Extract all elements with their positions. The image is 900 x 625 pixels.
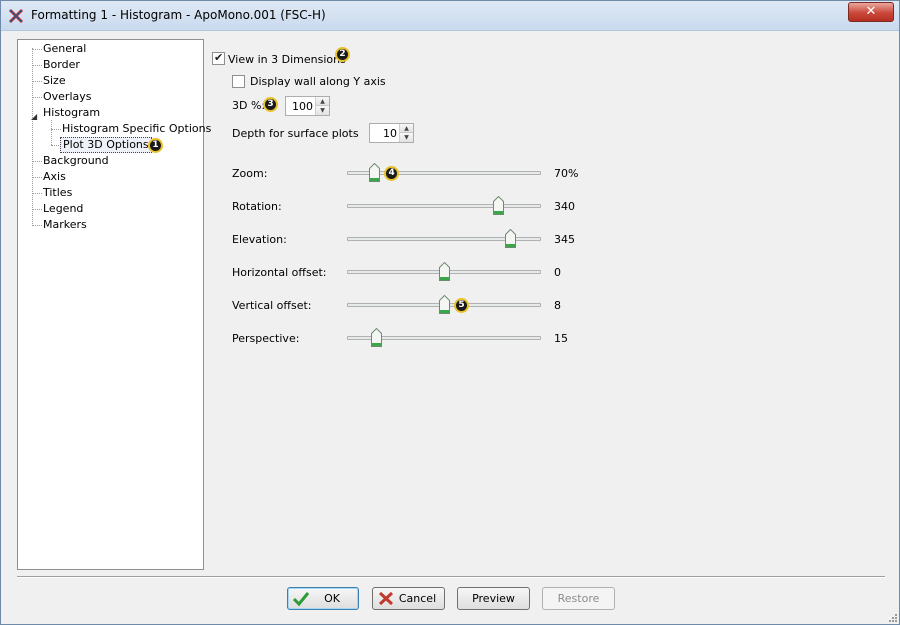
ok-button[interactable]: OK [287,587,359,610]
tree-item-histogram-specific-options[interactable]: Histogram Specific Options [62,122,211,136]
depth-surface-value: 10 [383,127,397,140]
callout-marker-3: 3 [263,97,278,112]
bottom-separator [17,576,885,578]
tree-item-axis[interactable]: Axis [43,170,66,184]
slider-value: 340 [554,200,575,213]
dialog-window: Formatting 1 - Histogram - ApoMono.001 (… [0,0,900,625]
callout-marker-5: 5 [454,298,469,313]
title-bar[interactable]: Formatting 1 - Histogram - ApoMono.001 (… [1,1,899,31]
slider-value: 70% [554,167,579,180]
spin-up-arrow-icon[interactable]: ▲ [316,97,329,106]
slider-value: 15 [554,332,568,345]
display-wall-y-checkbox[interactable] [232,75,245,88]
spin-down-arrow-icon[interactable]: ▼ [316,106,329,115]
slider-thumb[interactable] [369,163,381,182]
slider-value: 345 [554,233,575,246]
tree-item-legend[interactable]: Legend [43,202,83,216]
depth-surface-label: Depth for surface plots [232,127,359,140]
preview-button[interactable]: Preview [457,587,530,610]
close-button[interactable]: ✕ [848,2,894,22]
tree-item-histogram[interactable]: Histogram [43,106,100,120]
depth-surface-spinner[interactable]: 10 ▲ ▼ [369,123,414,143]
slider-thumb[interactable] [504,229,516,248]
slider-thumb[interactable] [439,262,450,281]
pct-3d-value: 100 [292,100,313,113]
slider-label: Horizontal offset: [232,266,327,279]
view-3d-checkbox[interactable]: ✔ [212,51,225,65]
window-title: Formatting 1 - Histogram - ApoMono.001 (… [31,8,326,22]
app-x-icon [8,8,24,24]
callout-marker-1: 1 [148,138,163,153]
slider-value: 8 [554,299,561,312]
restore-button: Restore [542,587,615,610]
ok-label: OK [324,592,340,605]
red-x-icon [378,591,394,606]
tree-item-background[interactable]: Background [43,154,109,168]
slider-thumb[interactable] [493,196,505,215]
tree-item-size[interactable]: Size [43,74,66,88]
slider-label: Elevation: [232,233,287,246]
tree-item-general[interactable]: General [43,42,86,56]
tree-item-overlays[interactable]: Overlays [43,90,92,104]
cancel-button[interactable]: Cancel [372,587,445,610]
callout-marker-4: 4 [384,166,400,181]
slider-track[interactable] [347,204,541,208]
tree-item-markers[interactable]: Markers [43,218,87,232]
slider-label: Rotation: [232,200,282,213]
tree-item-border[interactable]: Border [43,58,80,72]
slider-label: Vertical offset: [232,299,312,312]
tree-item-titles[interactable]: Titles [43,186,72,200]
green-check-icon [292,592,310,607]
slider-label: Perspective: [232,332,300,345]
cancel-label: Cancel [398,592,437,605]
options-tree[interactable]: General Border Size Overlays ◢ Histogram… [17,39,211,570]
pct-3d-spinner[interactable]: 100 ▲ ▼ [285,96,330,116]
display-wall-y-label: Display wall along Y axis [250,75,386,88]
spin-down-arrow-icon[interactable]: ▼ [400,133,413,142]
callout-marker-2: 2 [335,47,350,62]
slider-value: 0 [554,266,561,279]
slider-label: Zoom: [232,167,268,180]
resize-grip-icon[interactable] [887,612,897,622]
slider-thumb[interactable] [439,295,450,314]
checkmark-icon: ✔ [214,51,224,64]
tree-item-plot-3d-options[interactable]: Plot 3D Options [60,137,152,153]
view-3d-label: View in 3 Dimensions [228,53,346,66]
collapse-triangle-icon[interactable]: ◢ [31,113,39,121]
slider-thumb[interactable] [371,328,383,347]
spin-up-arrow-icon[interactable]: ▲ [400,124,413,133]
pct-3d-label: 3D %: [232,99,266,112]
